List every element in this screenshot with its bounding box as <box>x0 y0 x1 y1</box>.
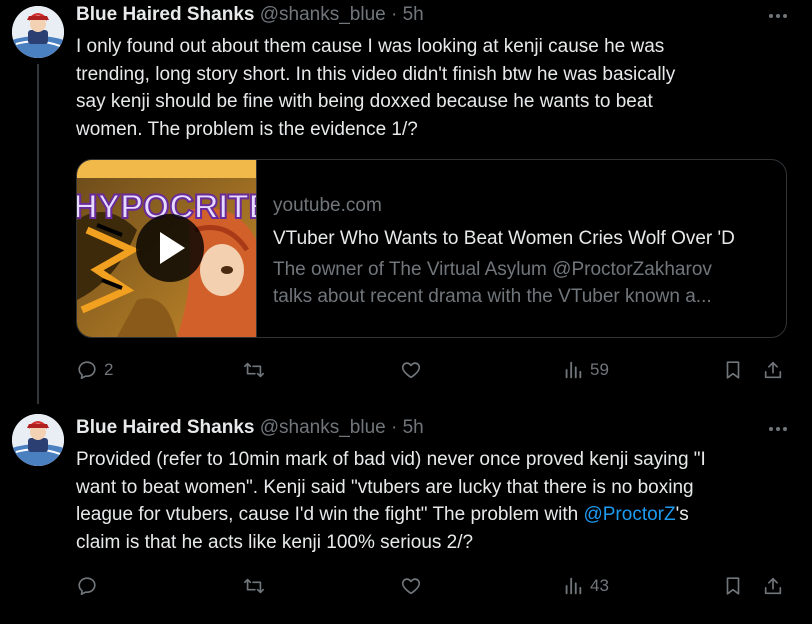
share-button[interactable] <box>762 573 784 599</box>
reply-count: 2 <box>104 360 114 379</box>
author-name[interactable]: Blue Haired Shanks <box>76 4 254 25</box>
avatar[interactable] <box>12 6 64 58</box>
author-name[interactable]: Blue Haired Shanks <box>76 417 254 438</box>
like-icon <box>401 578 421 595</box>
retweet-icon <box>244 578 264 594</box>
more-icon[interactable] <box>766 419 790 439</box>
view-count: 59 <box>590 360 609 379</box>
tweet-header: Blue Haired Shanks @shanks_blue · 5h <box>76 417 424 439</box>
tweet-text-line: trending, long story short. In this vide… <box>76 63 676 85</box>
tweet-text-segment: league for vtubers, cause I'd win the fi… <box>76 504 584 525</box>
link-card[interactable]: HYPOCRITE youtube.com VTuber Who Wants t… <box>76 159 787 338</box>
bookmark-icon <box>726 361 740 379</box>
share-icon <box>764 577 782 595</box>
share-icon <box>764 361 782 379</box>
tweet-text-line: say kenji should be fine with being doxx… <box>76 91 653 112</box>
like-button[interactable] <box>399 573 429 599</box>
author-handle[interactable]: @shanks_blue <box>260 4 386 25</box>
tweet-text-line: claim is that he acts like kenji 100% se… <box>76 531 474 553</box>
share-button[interactable] <box>762 357 784 383</box>
tweet-header: Blue Haired Shanks @shanks_blue · 5h <box>76 4 424 26</box>
card-description-line: The owner of The Virtual Asylum @Proctor… <box>273 259 712 280</box>
reply-icon <box>78 361 96 380</box>
tweet[interactable]: Blue Haired Shanks @shanks_blue · 5h Pro… <box>0 400 812 624</box>
card-body[interactable]: youtube.com VTuber Who Wants to Beat Wom… <box>273 194 773 310</box>
card-domain: youtube.com <box>273 195 382 216</box>
video-thumbnail[interactable]: HYPOCRITE <box>77 160 257 337</box>
card-description: The owner of The Virtual Asylum @Proctor… <box>273 256 773 310</box>
tweet-text-line: Provided (refer to 10min mark of bad vid… <box>76 449 706 470</box>
action-bar: 2 59 <box>76 357 796 383</box>
tweet-text-line: league for vtubers, cause I'd win the fi… <box>76 501 786 529</box>
tweet-text-segment: 's <box>675 504 689 525</box>
retweet-button[interactable] <box>242 357 272 383</box>
views-button[interactable]: 59 <box>562 357 609 383</box>
views-icon <box>565 361 582 379</box>
more-icon[interactable] <box>766 6 790 26</box>
tweet[interactable]: Blue Haired Shanks @shanks_blue · 5h I o… <box>0 0 812 404</box>
card-description-line: talks about recent drama with the VTuber… <box>273 286 712 307</box>
bookmark-button[interactable] <box>722 357 744 383</box>
avatar[interactable] <box>12 414 64 466</box>
view-count: 43 <box>590 576 609 595</box>
reply-button[interactable]: 2 <box>76 357 113 383</box>
retweet-icon <box>244 362 264 378</box>
reply-button[interactable] <box>76 573 104 599</box>
separator: · <box>391 417 398 438</box>
tweet-text: Provided (refer to 10min mark of bad vid… <box>76 446 786 556</box>
tweet-text-line: women. The problem is the evidence 1/? <box>76 118 418 140</box>
separator: · <box>391 4 398 25</box>
views-icon <box>565 577 582 595</box>
views-button[interactable]: 43 <box>562 573 609 599</box>
mention-link[interactable]: @ProctorZ <box>583 504 675 525</box>
like-icon <box>401 362 421 379</box>
timestamp[interactable]: 5h <box>403 4 424 25</box>
tweet-text-line: I only found out about them cause I was … <box>76 36 665 57</box>
bookmark-icon <box>726 577 740 595</box>
reply-icon <box>78 577 96 596</box>
tweet-text: I only found out about them cause I was … <box>76 33 786 143</box>
bookmark-button[interactable] <box>722 573 744 599</box>
like-button[interactable] <box>399 357 429 383</box>
retweet-button[interactable] <box>242 573 272 599</box>
timestamp[interactable]: 5h <box>403 417 424 438</box>
tweet-text-line: want to beat women". Kenji said "vtubers… <box>76 476 694 498</box>
author-handle[interactable]: @shanks_blue <box>260 417 386 438</box>
thread-line <box>37 64 39 404</box>
action-bar: 43 <box>76 573 796 599</box>
card-title: VTuber Who Wants to Beat Women Cries Wol… <box>273 228 735 249</box>
